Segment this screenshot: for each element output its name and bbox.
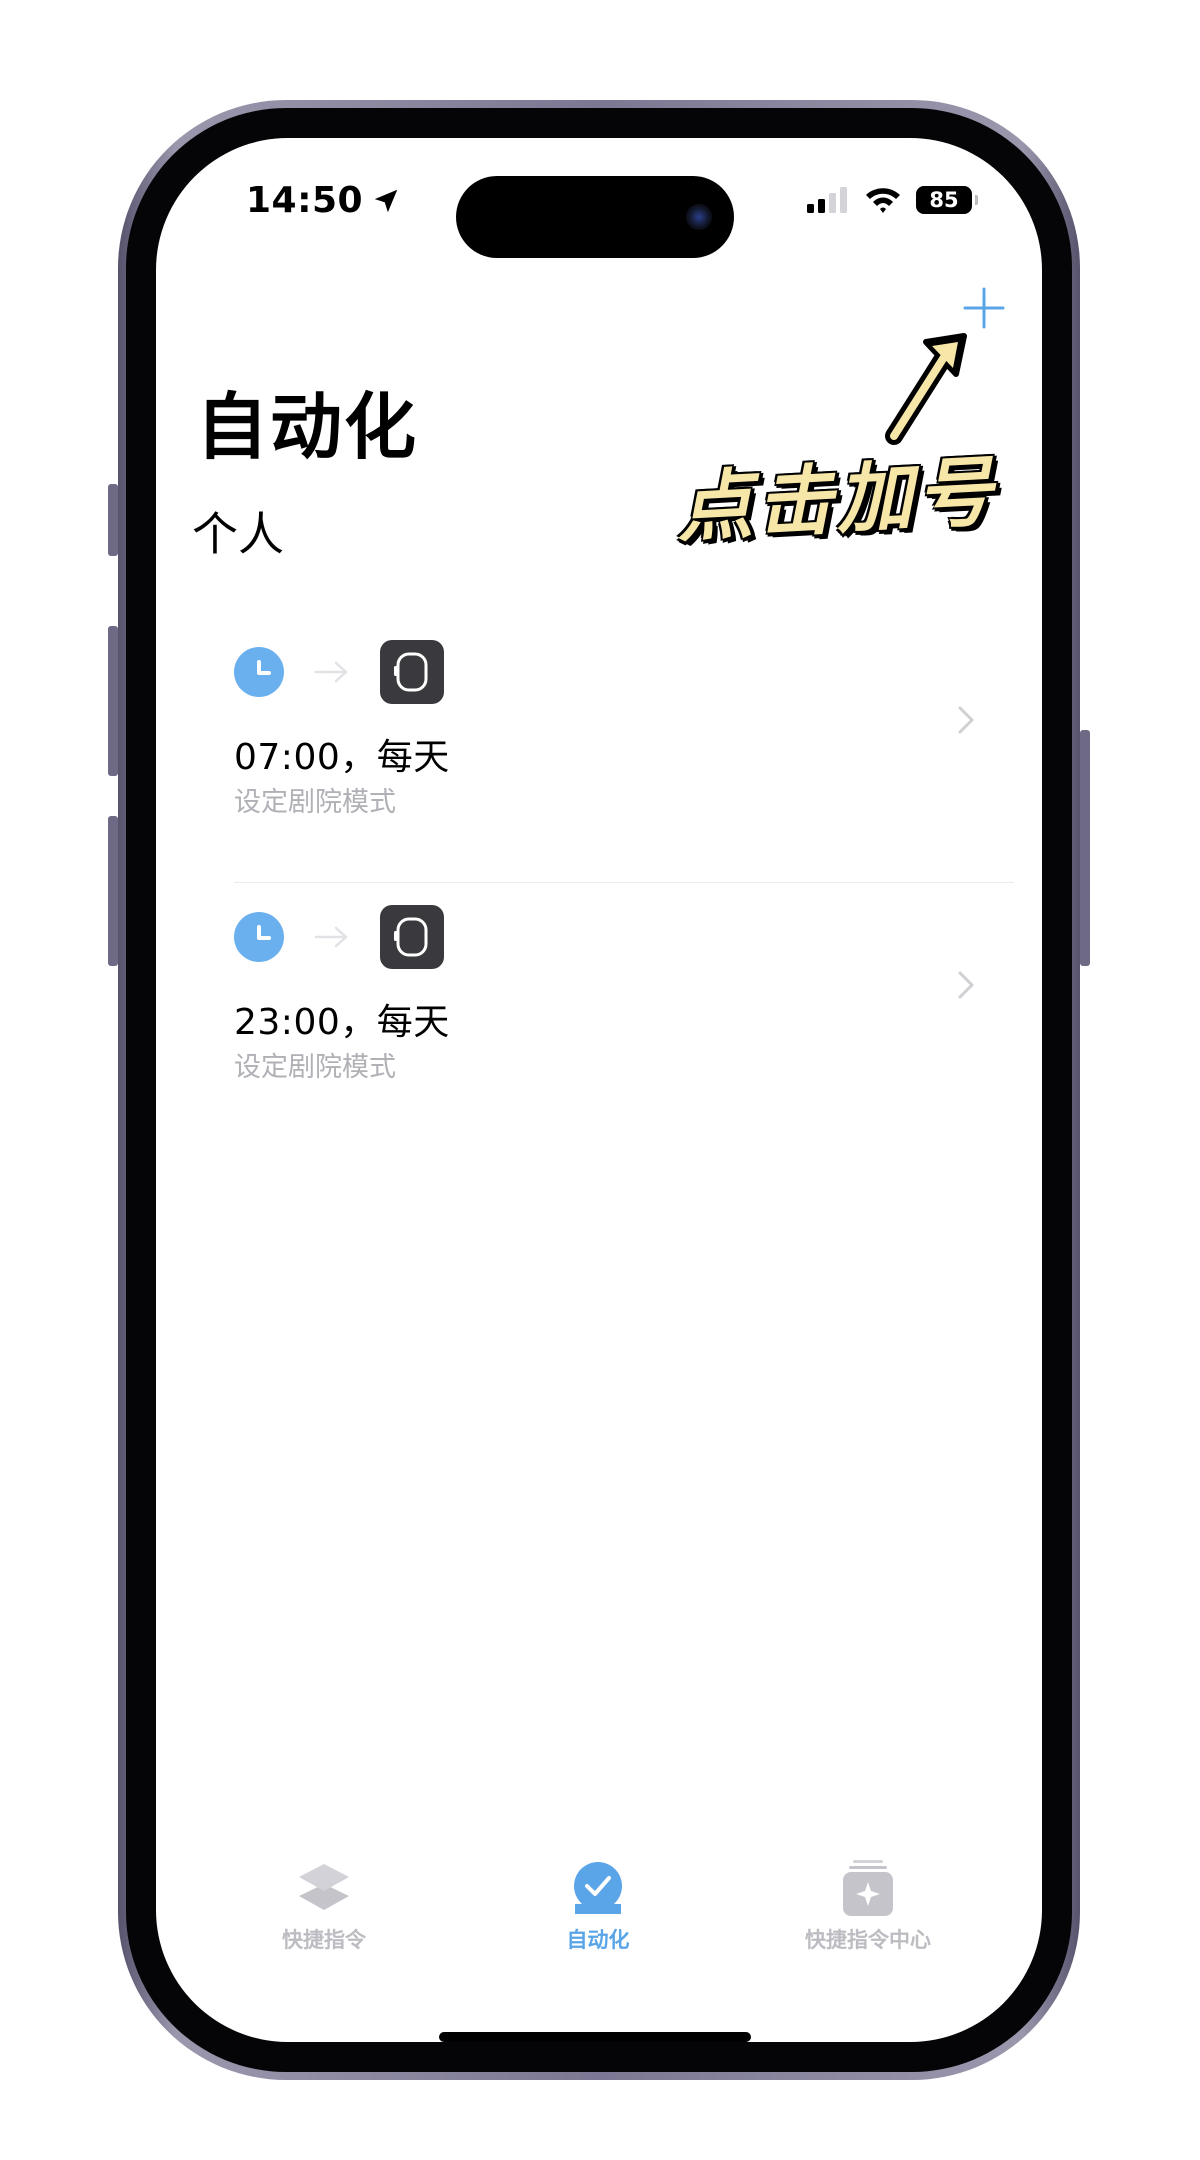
annotation-arrow-icon <box>885 333 967 445</box>
home-indicator[interactable] <box>439 2032 751 2042</box>
automation-subtitle: 设定剧院模式 <box>234 787 396 818</box>
watch-icon <box>380 640 444 704</box>
automation-list: 07:00，每天 设定剧院模式 23:00，每天 设定剧院模式 <box>156 618 1042 1148</box>
tab-bar: 快捷指令 自动化 快捷指令中心 <box>156 1858 1042 1978</box>
flow-arrow-icon <box>314 926 348 948</box>
automation-row[interactable]: 23:00，每天 设定剧院模式 <box>156 883 1042 1148</box>
battery-indicator: 85 <box>916 186 978 214</box>
automation-title: 23:00，每天 <box>234 1002 450 1043</box>
dynamic-island <box>456 176 734 258</box>
tab-label: 快捷指令中心 <box>805 1928 931 1952</box>
automation-title: 07:00，每天 <box>234 737 450 778</box>
flow-arrow-icon <box>314 661 348 683</box>
automation-flow <box>234 640 444 704</box>
power-button <box>1080 730 1090 966</box>
tab-gallery[interactable]: 快捷指令中心 <box>748 1858 988 1954</box>
clock-icon <box>234 647 284 697</box>
cellular-signal-icon <box>807 187 847 213</box>
location-arrow-icon <box>374 189 398 212</box>
tab-automation[interactable]: 自动化 <box>478 1858 718 1954</box>
clock-icon <box>234 912 284 962</box>
tab-shortcuts[interactable]: 快捷指令 <box>204 1858 444 1954</box>
automation-flow <box>234 905 444 969</box>
volume-up-button <box>108 626 118 776</box>
tab-label: 快捷指令 <box>282 1928 366 1952</box>
annotation-label: 点击加号 <box>674 446 999 553</box>
gallery-sparkle-icon <box>843 1860 893 1916</box>
screenshot-stage: 14:50 85 点击加号 自动化 个人 07:00，每天 设定剧院模式 23:… <box>0 0 1200 2160</box>
status-time: 14:50 <box>246 180 401 221</box>
tab-label: 自动化 <box>566 1928 630 1952</box>
phone-bezel: 14:50 85 点击加号 自动化 个人 07:00，每天 设定剧院模式 23:… <box>126 108 1072 2072</box>
add-automation-button[interactable] <box>960 284 1008 332</box>
status-indicators: 85 <box>806 186 978 214</box>
phone-frame: 14:50 85 点击加号 自动化 个人 07:00，每天 设定剧院模式 23:… <box>118 100 1080 2080</box>
section-title: 个人 <box>192 507 284 561</box>
status-time-label: 14:50 <box>246 180 364 221</box>
plus-icon <box>963 287 1005 329</box>
camera-lens <box>686 204 712 230</box>
battery-level: 85 <box>929 188 959 212</box>
volume-down-button <box>108 816 118 966</box>
automation-subtitle: 设定剧院模式 <box>234 1052 396 1083</box>
watch-icon <box>380 905 444 969</box>
status-bar: 14:50 85 <box>156 138 1042 258</box>
phone-screen: 14:50 85 点击加号 自动化 个人 07:00，每天 设定剧院模式 23:… <box>156 138 1042 2042</box>
chevron-right-icon <box>958 971 974 999</box>
checkmark-circle-icon <box>574 1862 622 1914</box>
automation-row[interactable]: 07:00，每天 设定剧院模式 <box>156 618 1042 883</box>
chevron-right-icon <box>958 706 974 734</box>
wifi-icon <box>866 188 900 213</box>
layers-icon <box>299 1864 349 1910</box>
page-title: 自动化 <box>196 385 419 469</box>
action-button <box>108 484 118 556</box>
